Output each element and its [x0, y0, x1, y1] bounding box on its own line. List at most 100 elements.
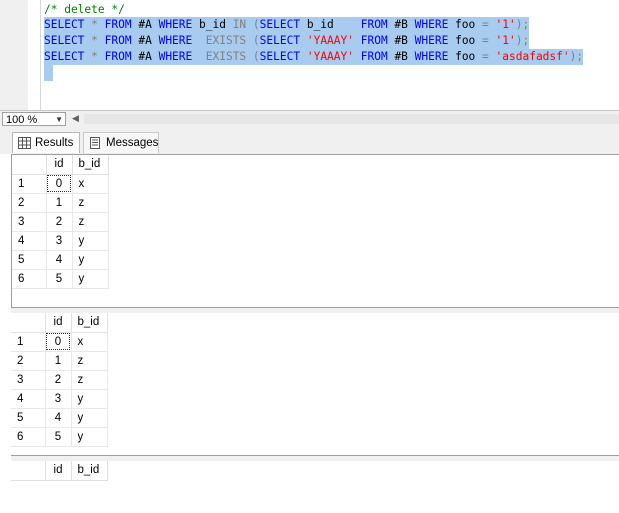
table-row[interactable]: 32z: [12, 212, 109, 232]
query-editor[interactable]: /* delete */ SELECT * FROM #A WHERE b_id…: [0, 0, 619, 110]
id-cell[interactable]: 1: [45, 351, 72, 371]
table-row[interactable]: 65y: [11, 427, 108, 447]
b_id-cell[interactable]: y: [72, 250, 109, 270]
row-number-cell[interactable]: 4: [12, 231, 47, 251]
tab-messages[interactable]: Messages: [83, 132, 159, 153]
code-token: SELECT: [44, 50, 85, 63]
row-number-cell[interactable]: 1: [12, 174, 47, 194]
table-row[interactable]: 32z: [11, 370, 108, 390]
column-header-id[interactable]: id: [45, 313, 72, 333]
code-token: '1': [495, 18, 516, 31]
id-cell[interactable]: 2: [45, 370, 72, 390]
code-token: foo: [448, 50, 483, 63]
result-grid-3[interactable]: id b_id: [11, 461, 619, 513]
row-number-cell[interactable]: 4: [11, 389, 46, 409]
id-cell[interactable]: 3: [45, 389, 72, 409]
table-row[interactable]: 65y: [12, 269, 109, 289]
result-table-1: id b_id 10x21z32z43y54y65y: [12, 155, 109, 289]
b_id-cell[interactable]: y: [72, 231, 109, 251]
row-number-cell[interactable]: 6: [11, 427, 46, 447]
column-header-b_id[interactable]: b_id: [71, 461, 108, 481]
id-cell[interactable]: 0: [46, 174, 73, 194]
id-cell[interactable]: 5: [45, 427, 72, 447]
table-row[interactable]: 21z: [11, 351, 108, 371]
selected-empty-line: [44, 64, 53, 81]
table-row[interactable]: 43y: [11, 389, 108, 409]
b_id-cell[interactable]: z: [71, 351, 108, 371]
table-row[interactable]: 21z: [12, 193, 109, 213]
column-header-id[interactable]: id: [45, 461, 72, 481]
code-line-1: SELECT * FROM #A WHERE b_id IN (SELECT b…: [44, 17, 530, 33]
result-grid-2[interactable]: id b_id 10x21z32z43y54y65y: [11, 313, 619, 456]
row-number-cell[interactable]: 2: [12, 193, 47, 213]
results-tab-strip: Results Messages: [0, 128, 619, 154]
id-cell[interactable]: 5: [46, 269, 73, 289]
table-row[interactable]: 54y: [12, 250, 109, 270]
editor-margin-line: [40, 0, 41, 110]
row-number-cell[interactable]: 3: [11, 370, 46, 390]
b_id-cell[interactable]: x: [71, 332, 108, 352]
table-row[interactable]: 54y: [11, 408, 108, 428]
code-token: WHERE: [414, 34, 449, 47]
code-token: ): [515, 34, 523, 47]
code-token: 'asdafadsf': [495, 50, 570, 63]
code-token: 'YAAAY': [306, 34, 354, 47]
code-token: foo: [448, 18, 482, 31]
code-token: =: [482, 34, 489, 47]
code-token: foo: [448, 34, 483, 47]
id-cell[interactable]: 4: [46, 250, 73, 270]
result-grid-1[interactable]: id b_id 10x21z32z43y54y65y: [11, 154, 619, 308]
row-number-cell[interactable]: 5: [12, 250, 47, 270]
result-table-2: id b_id 10x21z32z43y54y65y: [11, 313, 108, 447]
code-token: FROM: [104, 18, 132, 31]
b_id-cell[interactable]: y: [71, 408, 108, 428]
row-number-header: [11, 461, 46, 481]
table-row[interactable]: 10x: [12, 174, 109, 194]
column-header-b_id[interactable]: b_id: [72, 155, 109, 175]
row-number-cell[interactable]: 5: [11, 408, 46, 428]
code-token: IN: [232, 18, 247, 31]
b_id-cell[interactable]: y: [72, 269, 109, 289]
row-number-cell[interactable]: 6: [12, 269, 47, 289]
id-cell[interactable]: 1: [46, 193, 73, 213]
table-row[interactable]: 43y: [12, 231, 109, 251]
code-comment-line: /* delete */: [44, 3, 125, 16]
b_id-cell[interactable]: y: [71, 389, 108, 409]
id-cell[interactable]: 4: [45, 408, 72, 428]
b_id-cell[interactable]: z: [72, 212, 109, 232]
b_id-cell[interactable]: x: [72, 174, 109, 194]
code-token: WHERE: [414, 50, 449, 63]
code-token: FROM: [360, 34, 388, 47]
b_id-cell[interactable]: z: [71, 370, 108, 390]
code-token: WHERE: [158, 34, 193, 47]
code-token: #B: [387, 34, 415, 47]
code-token: WHERE: [158, 18, 193, 31]
id-cell[interactable]: 0: [45, 332, 72, 352]
scroll-left-icon[interactable]: ◀: [72, 113, 79, 124]
row-number-cell[interactable]: 2: [11, 351, 46, 371]
horizontal-scrollbar[interactable]: [84, 114, 619, 124]
row-number-cell[interactable]: 3: [12, 212, 47, 232]
b_id-cell[interactable]: y: [71, 427, 108, 447]
column-header-b_id[interactable]: b_id: [71, 313, 108, 333]
code-token: EXISTS: [205, 34, 247, 47]
table-row[interactable]: 10x: [11, 332, 108, 352]
b_id-cell[interactable]: z: [72, 193, 109, 213]
result-table-3: id b_id: [11, 461, 108, 481]
code-token: b_id: [192, 18, 233, 31]
id-cell[interactable]: 3: [46, 231, 73, 251]
tab-results[interactable]: Results: [12, 132, 80, 153]
code-token: *: [91, 18, 98, 31]
code-token: (: [252, 34, 260, 47]
code-token: 'YAAAY': [306, 50, 354, 63]
column-header-id[interactable]: id: [46, 155, 73, 175]
code-token: b_id: [300, 18, 361, 31]
row-number-cell[interactable]: 1: [11, 332, 46, 352]
id-cell[interactable]: 2: [46, 212, 73, 232]
zoom-dropdown[interactable]: 100 % ▼: [2, 112, 66, 126]
